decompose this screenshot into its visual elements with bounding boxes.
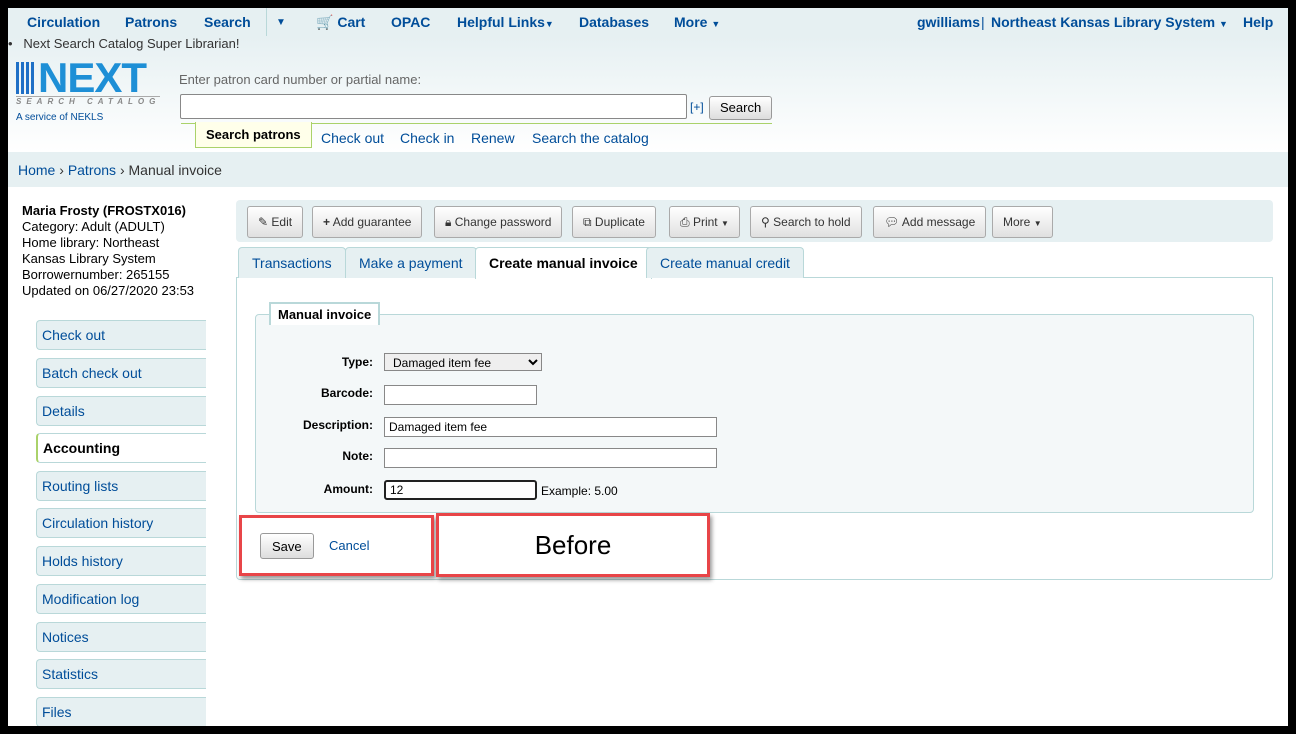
sidebar-item-files[interactable]: Files xyxy=(36,697,206,726)
amount-example: Example: 5.00 xyxy=(541,484,618,498)
print-icon: ⎙ xyxy=(680,215,690,229)
patron-search-input[interactable] xyxy=(180,94,687,119)
expand-link[interactable]: [+] xyxy=(690,100,704,114)
caret-icon: ▼ xyxy=(1033,219,1042,228)
nav-cart[interactable]: 🛒 Cart xyxy=(316,14,365,31)
search-to-hold-button[interactable]: ⚲ Search to hold xyxy=(750,206,862,238)
sidebar-item-batch-check-out[interactable]: Batch check out xyxy=(36,358,206,388)
note-input[interactable] xyxy=(384,448,717,468)
nav-helpful-links[interactable]: Helpful Links▼ xyxy=(457,14,554,30)
banner: • Next Search Catalog Super Librarian! xyxy=(8,36,240,51)
sidebar-item-accounting[interactable]: Accounting xyxy=(36,433,206,463)
nav-help[interactable]: Help xyxy=(1243,14,1273,30)
nav-more[interactable]: More ▼ xyxy=(674,14,720,30)
change-password-button[interactable]: 🔒︎ Change password xyxy=(434,206,563,238)
library-menu[interactable]: Northeast Kansas Library System ▼ xyxy=(991,14,1228,30)
edit-button[interactable]: ✎ Edit xyxy=(247,206,304,238)
tab-make-payment[interactable]: Make a payment xyxy=(345,247,477,278)
more-button[interactable]: More ▼ xyxy=(992,206,1053,238)
lock-icon: 🔒︎ xyxy=(445,215,452,229)
caret-icon: ▼ xyxy=(720,219,729,228)
tab-renew[interactable]: Renew xyxy=(471,130,515,146)
sidebar-item-notices[interactable]: Notices xyxy=(36,622,206,652)
breadcrumb-patrons[interactable]: Patrons xyxy=(68,162,116,178)
sidebar-item-check-out[interactable]: Check out xyxy=(36,320,206,350)
fieldset-legend: Manual invoice xyxy=(269,302,381,325)
amount-input[interactable] xyxy=(384,480,537,500)
tab-check-in[interactable]: Check in xyxy=(400,130,454,146)
type-select[interactable]: Damaged item fee xyxy=(384,353,542,371)
description-input[interactable] xyxy=(384,417,717,437)
add-message-button[interactable]: 💬︎ Add message xyxy=(873,206,987,238)
barcode-input[interactable] xyxy=(384,385,537,405)
annotation-highlight-box xyxy=(239,515,434,576)
plus-icon: + xyxy=(323,215,331,229)
search-dropdown-caret-icon[interactable]: ▼ xyxy=(276,17,286,28)
sidebar-item-holds-history[interactable]: Holds history xyxy=(36,546,206,576)
nav-patrons[interactable]: Patrons xyxy=(125,14,177,30)
print-button[interactable]: ⎙ Print ▼ xyxy=(669,206,740,238)
app-window: Circulation Patrons Search ▼ 🛒 Cart OPAC… xyxy=(8,8,1288,726)
cart-icon: 🛒 xyxy=(316,14,334,30)
caret-icon: ▼ xyxy=(544,19,554,29)
copy-icon: ⧉ xyxy=(583,215,592,229)
sidebar-item-modification-log[interactable]: Modification log xyxy=(36,584,206,614)
logo: NEXT SEARCH CATALOG A service of NEKLS xyxy=(16,54,161,123)
comment-icon: 💬︎ xyxy=(884,215,900,229)
caret-icon: ▼ xyxy=(711,19,721,29)
search-label: Enter patron card number or partial name… xyxy=(179,72,422,87)
header: • Next Search Catalog Super Librarian! N… xyxy=(8,36,1288,152)
nav-opac[interactable]: OPAC xyxy=(391,14,430,30)
add-guarantee-button[interactable]: + Add guarantee xyxy=(312,206,423,238)
breadcrumb-home[interactable]: Home xyxy=(18,162,55,178)
tab-search-patrons[interactable]: Search patrons xyxy=(195,122,312,148)
nav-search[interactable]: Search xyxy=(204,14,251,30)
top-nav: Circulation Patrons Search ▼ 🛒 Cart OPAC… xyxy=(8,8,1288,36)
logo-mark-icon xyxy=(16,62,36,94)
user-menu[interactable]: gwilliams xyxy=(917,14,980,30)
tab-search-catalog[interactable]: Search the catalog xyxy=(532,130,649,146)
pencil-icon: ✎ xyxy=(258,215,269,229)
divider xyxy=(266,8,267,36)
sidebar-item-circulation-history[interactable]: Circulation history xyxy=(36,508,206,538)
tab-create-manual-invoice[interactable]: Create manual invoice xyxy=(475,247,652,279)
annotation-before-label: Before xyxy=(436,513,710,577)
nav-circulation[interactable]: Circulation xyxy=(27,14,100,30)
search-button[interactable]: Search xyxy=(709,96,773,120)
duplicate-button[interactable]: ⧉ Duplicate xyxy=(572,206,656,238)
caret-icon: ▼ xyxy=(1218,19,1228,29)
tab-check-out[interactable]: Check out xyxy=(321,130,384,146)
tab-transactions[interactable]: Transactions xyxy=(238,247,346,278)
nav-databases[interactable]: Databases xyxy=(579,14,649,30)
sidebar-item-routing-lists[interactable]: Routing lists xyxy=(36,471,206,501)
breadcrumb: Home › Patrons › Manual invoice xyxy=(8,152,1288,187)
sidebar-item-details[interactable]: Details xyxy=(36,396,206,426)
search-icon: ⚲ xyxy=(761,215,770,229)
sidebar-item-statistics[interactable]: Statistics xyxy=(36,659,206,689)
tab-create-manual-credit[interactable]: Create manual credit xyxy=(646,247,804,278)
patron-info: Maria Frosty (FROSTX016) Category: Adult… xyxy=(22,203,195,298)
